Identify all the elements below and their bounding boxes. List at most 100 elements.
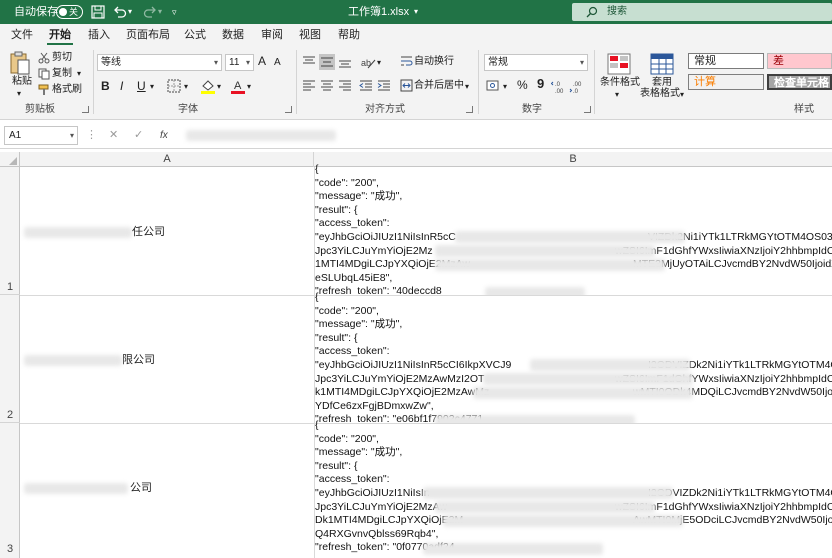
align-right-icon[interactable]: [338, 79, 352, 93]
italic-button[interactable]: I: [120, 79, 123, 93]
tab-home[interactable]: 开始: [47, 24, 73, 46]
cell-b3[interactable]: {"code": "200", "message": "成功", "result":…: [315, 419, 832, 558]
clipboard-launcher-icon[interactable]: [82, 106, 89, 113]
tab-help[interactable]: 帮助: [338, 24, 360, 46]
underline-button[interactable]: U: [137, 79, 146, 93]
bold-button[interactable]: B: [101, 79, 110, 93]
align-left-icon[interactable]: [302, 79, 316, 93]
cell-b1[interactable]: {"code": "200", "message": "成功", "result":…: [315, 163, 832, 295]
fill-color-icon[interactable]: [200, 78, 216, 94]
increase-decimal-icon[interactable]: .0.00: [551, 78, 567, 94]
formula-input[interactable]: [180, 126, 830, 145]
orientation-dropdown-icon[interactable]: ▾: [377, 56, 381, 70]
font-size-value: 11: [229, 57, 240, 68]
font-shrink-icon[interactable]: A: [274, 56, 281, 70]
row-header-2[interactable]: 2: [0, 295, 20, 423]
increase-indent-icon[interactable]: [377, 79, 391, 93]
style-normal[interactable]: 常规: [688, 53, 764, 69]
search-box[interactable]: 搜索: [572, 3, 832, 21]
number-launcher-icon[interactable]: [584, 106, 591, 113]
align-center-icon[interactable]: [320, 79, 334, 93]
cell-a1[interactable]: 任公司: [22, 225, 312, 239]
table-dropdown-icon[interactable]: ▾: [680, 88, 684, 102]
conditional-formatting-label[interactable]: 条件格式: [600, 76, 640, 90]
paste-label[interactable]: 粘贴: [12, 75, 32, 89]
cell-b2[interactable]: {"code": "200", "message": "成功", "result":…: [315, 291, 832, 423]
font-name-select[interactable]: 等线 ▾: [97, 54, 222, 71]
orientation-icon[interactable]: ab: [360, 54, 376, 70]
decrease-indent-icon[interactable]: [359, 79, 373, 93]
number-format-select[interactable]: 常规 ▾: [484, 54, 588, 71]
undo-dropdown-icon[interactable]: ▾: [128, 0, 132, 24]
align-bottom-icon[interactable]: [338, 55, 352, 69]
cut-icon[interactable]: [38, 52, 50, 64]
copy-icon[interactable]: [38, 68, 50, 80]
wrap-text-label[interactable]: 自动换行: [414, 55, 454, 69]
border-dropdown-icon[interactable]: ▾: [184, 80, 188, 94]
format-as-table-icon[interactable]: [650, 53, 674, 75]
more-options-icon[interactable]: ⋮: [86, 127, 97, 144]
font-launcher-icon[interactable]: [285, 106, 292, 113]
row-header-3[interactable]: 3: [0, 423, 20, 558]
json-line: "code": "200",: [315, 177, 832, 191]
format-as-table-label-2[interactable]: 表格格式: [640, 87, 680, 101]
font-grow-icon[interactable]: A: [258, 54, 266, 68]
redo-dropdown-icon[interactable]: ▾: [158, 0, 162, 24]
align-middle-icon[interactable]: [319, 54, 335, 70]
cell-a3[interactable]: 公司: [22, 481, 312, 495]
undo-icon[interactable]: [112, 4, 128, 20]
conditional-formatting-icon[interactable]: [607, 53, 631, 75]
decrease-decimal-icon[interactable]: .00.0: [569, 78, 585, 94]
cancel-entry-icon[interactable]: ✕: [109, 127, 118, 144]
percent-button[interactable]: %: [517, 78, 528, 92]
tab-insert[interactable]: 插入: [88, 24, 110, 46]
paste-icon[interactable]: [9, 50, 31, 76]
accounting-dropdown-icon[interactable]: ▾: [503, 80, 507, 94]
cut-label[interactable]: 剪切: [52, 51, 72, 65]
comma-style-button[interactable]: 9: [537, 77, 544, 91]
save-icon[interactable]: [90, 4, 106, 20]
font-color-dropdown-icon[interactable]: ▾: [247, 80, 251, 94]
redo-icon[interactable]: [142, 4, 158, 20]
column-header-a[interactable]: A: [21, 152, 314, 167]
filename-caret[interactable]: ▾: [414, 0, 418, 24]
select-all-button[interactable]: [0, 152, 20, 167]
copy-label[interactable]: 复制: [52, 67, 72, 81]
underline-dropdown-icon[interactable]: ▾: [150, 80, 154, 94]
autosave-toggle[interactable]: 关: [56, 5, 83, 19]
insert-function-icon[interactable]: fx: [160, 127, 168, 144]
border-icon[interactable]: [167, 79, 181, 93]
font-size-select[interactable]: 11 ▾: [225, 54, 254, 71]
formula-bar: A1 ▾ ⋮ ✕ ✓ fx: [0, 121, 832, 149]
number-format-value: 常规: [488, 57, 508, 68]
json-line: "message": "成功",: [315, 318, 832, 332]
format-painter-icon[interactable]: [38, 84, 50, 96]
tab-review[interactable]: 审阅: [261, 24, 283, 46]
row-header-1[interactable]: 1: [0, 167, 20, 295]
font-color-icon[interactable]: A: [230, 78, 246, 94]
cell-a2[interactable]: 限公司: [22, 353, 312, 367]
copy-dropdown-icon[interactable]: ▾: [77, 67, 81, 81]
wrap-text-icon[interactable]: [400, 55, 413, 68]
merge-center-icon[interactable]: [400, 79, 413, 92]
accounting-format-icon[interactable]: [486, 79, 502, 93]
style-bad[interactable]: 差: [767, 53, 832, 69]
tab-file[interactable]: 文件: [11, 24, 33, 46]
format-painter-label[interactable]: 格式刷: [52, 83, 82, 97]
merge-dropdown-icon[interactable]: ▾: [465, 80, 469, 94]
style-check-cell[interactable]: 检查单元格: [767, 74, 832, 90]
tab-page-layout[interactable]: 页面布局: [126, 24, 170, 46]
align-top-icon[interactable]: [302, 55, 316, 69]
tab-data[interactable]: 数据: [222, 24, 244, 46]
tab-view[interactable]: 视图: [299, 24, 321, 46]
customize-toolbar-icon[interactable]: ▿: [172, 0, 177, 24]
name-box[interactable]: A1 ▾: [4, 126, 78, 145]
tab-formulas[interactable]: 公式: [184, 24, 206, 46]
style-calculation[interactable]: 计算: [688, 74, 764, 90]
alignment-launcher-icon[interactable]: [466, 106, 473, 113]
merge-center-label[interactable]: 合并后居中: [414, 79, 464, 93]
enter-entry-icon[interactable]: ✓: [134, 127, 143, 144]
fill-color-dropdown-icon[interactable]: ▾: [217, 80, 221, 94]
paste-dropdown-icon[interactable]: ▾: [17, 87, 21, 101]
conditional-dropdown-icon[interactable]: ▾: [615, 88, 619, 102]
